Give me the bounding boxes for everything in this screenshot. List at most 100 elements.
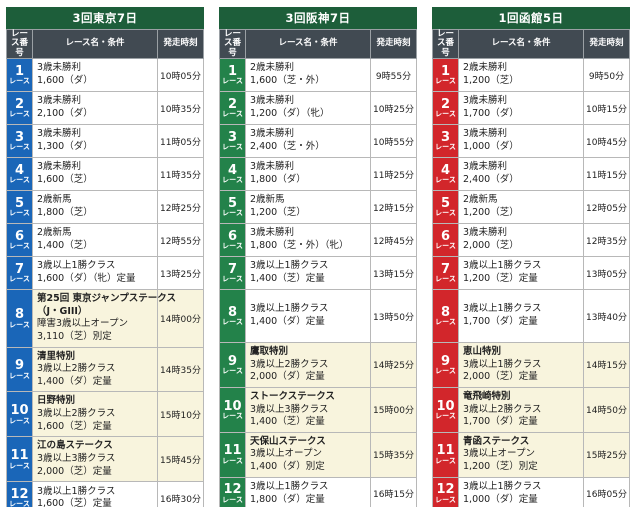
race-row[interactable]: 9 レース 清里特別 3歳以上2勝クラス 1,400（ダ）定量 14時35分	[6, 346, 204, 393]
race-row[interactable]: 10 レース 日野特別 3歳以上2勝クラス 1,600（芝）定量 15時10分	[6, 391, 204, 438]
race-info[interactable]: 日野特別 3歳以上2勝クラス 1,600（芝）定量	[32, 391, 158, 438]
race-row[interactable]: 8 レース 3歳以上1勝クラス 1,400（ダ）定量 13時50分	[219, 289, 417, 344]
race-info[interactable]: 第25回 東京ジャンプステークス （J・GIII） 障害3歳以上オープン 3,110（…	[32, 289, 176, 348]
race-info[interactable]: 3歳未勝利 2,000（芝）	[458, 223, 584, 258]
race-suffix: レース	[9, 77, 30, 86]
race-number-badge: 1 レース	[219, 58, 246, 93]
race-info[interactable]: 2歳新馬 1,800（芝）	[32, 190, 158, 225]
race-info[interactable]: 鷹取特別 3歳以上2勝クラス 2,000（ダ）定量	[245, 342, 371, 388]
race-info[interactable]: 竜飛崎特別 3歳以上2勝クラス 1,700（ダ）定量	[458, 386, 584, 433]
race-info[interactable]: 3歳未勝利 2,400（ダ）	[458, 157, 584, 192]
race-number: 11	[436, 443, 455, 459]
race-row[interactable]: 8 レース 第25回 東京ジャンプステークス （J・GIII） 障害3歳以上オープン 3,…	[6, 289, 204, 348]
race-info[interactable]: ストークステークス 3歳以上3勝クラス 1,400（芝）定量	[245, 386, 371, 433]
race-row[interactable]: 6 レース 3歳未勝利 2,000（芝） 12時35分	[432, 223, 630, 258]
race-table: レース番号 レース名・条件 発走時刻 1 レース 2歳未勝利 1,200（芝） 9時50分 2 レ…	[432, 28, 630, 507]
race-info[interactable]: 3歳未勝利 1,800（ダ）	[245, 157, 371, 192]
race-row[interactable]: 3 レース 3歳未勝利 1,000（ダ） 10時45分	[432, 124, 630, 159]
race-row[interactable]: 5 レース 2歳新馬 1,200（芝） 12時05分	[432, 190, 630, 225]
race-row[interactable]: 3 レース 3歳未勝利 1,300（ダ） 11時05分	[6, 124, 204, 159]
race-row[interactable]: 3 レース 3歳未勝利 2,400（芝・外） 10時55分	[219, 124, 417, 159]
race-row[interactable]: 11 レース 天保山ステークス 3歳以上オープン 1,400（ダ）別定 15時35分	[219, 431, 417, 478]
race-row[interactable]: 2 レース 3歳未勝利 1,700（ダ） 10時15分	[432, 91, 630, 126]
race-info[interactable]: 3歳未勝利 2,400（芝・外）	[245, 124, 371, 159]
race-row[interactable]: 4 レース 3歳未勝利 2,400（ダ） 11時15分	[432, 157, 630, 192]
race-info[interactable]: 恵山特別 3歳以上1勝クラス 2,000（芝）定量	[458, 342, 584, 388]
race-row[interactable]: 12 レース 3歳以上1勝クラス 1,000（ダ）定量 16時05分	[432, 476, 630, 507]
race-row[interactable]: 1 レース 3歳未勝利 1,600（ダ） 10時05分	[6, 58, 204, 93]
race-row[interactable]: 7 レース 3歳以上1勝クラス 1,600（ダ）（牝）定量 13時25分	[6, 256, 204, 291]
race-number-badge: 9 レース	[219, 342, 246, 388]
race-name[interactable]: 鷹取特別	[250, 346, 366, 359]
race-number: 1	[227, 63, 238, 79]
race-name[interactable]: 恵山特別	[463, 346, 579, 359]
race-row[interactable]: 9 レース 鷹取特別 3歳以上2勝クラス 2,000（ダ）定量 14時25分	[219, 342, 417, 388]
race-row[interactable]: 7 レース 3歳以上1勝クラス 1,400（芝）定量 13時15分	[219, 256, 417, 291]
race-name[interactable]: 第25回 東京ジャンプステークス	[37, 293, 176, 306]
race-info[interactable]: 清里特別 3歳以上2勝クラス 1,400（ダ）定量	[32, 346, 158, 393]
race-row[interactable]: 2 レース 3歳未勝利 1,200（ダ）（牝） 10時25分	[219, 91, 417, 126]
start-time: 12時15分	[370, 190, 417, 225]
race-info[interactable]: 2歳未勝利 1,200（芝）	[458, 58, 584, 93]
race-info[interactable]: 3歳未勝利 1,600（ダ）	[32, 58, 158, 93]
race-row[interactable]: 10 レース ストークステークス 3歳以上3勝クラス 1,400（芝）定量 15時00分	[219, 386, 417, 433]
race-number: 9	[227, 353, 238, 369]
race-info[interactable]: 3歳未勝利 2,100（ダ）	[32, 91, 158, 126]
race-info[interactable]: 江の島ステークス 3歳以上3勝クラス 2,000（芝）定量	[32, 436, 158, 483]
race-info[interactable]: 3歳以上1勝クラス 1,400（芝）定量	[245, 256, 371, 291]
race-info[interactable]: 青函ステークス 3歳以上オープン 1,200（芝）別定	[458, 431, 584, 478]
table-header-row: レース番号 レース名・条件 発走時刻	[6, 28, 204, 60]
race-row[interactable]: 4 レース 3歳未勝利 1,600（芝） 11時35分	[6, 157, 204, 192]
race-name[interactable]: 竜飛崎特別	[463, 391, 579, 404]
race-name[interactable]: 青函ステークス	[463, 436, 579, 449]
race-row[interactable]: 11 レース 江の島ステークス 3歳以上3勝クラス 2,000（芝）定量 15時45分	[6, 436, 204, 483]
race-row[interactable]: 9 レース 恵山特別 3歳以上1勝クラス 2,000（芝）定量 14時15分	[432, 342, 630, 388]
race-row[interactable]: 4 レース 3歳未勝利 1,800（ダ） 11時25分	[219, 157, 417, 192]
race-info[interactable]: 2歳未勝利 1,600（芝・外）	[245, 58, 371, 93]
race-info[interactable]: 2歳新馬 1,200（芝）	[458, 190, 584, 225]
race-info[interactable]: 天保山ステークス 3歳以上オープン 1,400（ダ）別定	[245, 431, 371, 478]
race-suffix: レース	[435, 77, 456, 86]
race-info[interactable]: 3歳未勝利 1,800（芝・外）（牝）	[245, 223, 371, 258]
race-suffix: レース	[222, 176, 243, 185]
race-row[interactable]: 12 レース 3歳以上1勝クラス 1,800（ダ）定量 16時15分	[219, 476, 417, 507]
race-info[interactable]: 3歳以上1勝クラス 1,400（ダ）定量	[245, 289, 371, 344]
race-row[interactable]: 8 レース 3歳以上1勝クラス 1,700（ダ）定量 13時40分	[432, 289, 630, 344]
race-row[interactable]: 11 レース 青函ステークス 3歳以上オープン 1,200（芝）別定 15時25分	[432, 431, 630, 478]
race-row[interactable]: 6 レース 3歳未勝利 1,800（芝・外）（牝） 12時45分	[219, 223, 417, 258]
race-name[interactable]: 江の島ステークス	[37, 440, 153, 453]
race-condition: 1,600（ダ）	[37, 75, 93, 87]
race-info[interactable]: 3歳以上1勝クラス 1,800（ダ）定量	[245, 476, 371, 507]
race-row[interactable]: 1 レース 2歳未勝利 1,200（芝） 9時50分	[432, 58, 630, 93]
race-row[interactable]: 2 レース 3歳未勝利 2,100（ダ） 10時35分	[6, 91, 204, 126]
race-info[interactable]: 3歳以上1勝クラス 1,200（芝）定量	[458, 256, 584, 291]
race-row[interactable]: 5 レース 2歳新馬 1,800（芝） 12時25分	[6, 190, 204, 225]
race-info[interactable]: 3歳未勝利 1,700（ダ）	[458, 91, 584, 126]
race-info[interactable]: 3歳以上1勝クラス 1,600（芝）定量	[32, 481, 158, 507]
race-condition: 1,800（ダ）定量	[250, 493, 325, 505]
race-name[interactable]: （J・GIII）	[37, 306, 153, 319]
race-info[interactable]: 3歳以上1勝クラス 1,600（ダ）（牝）定量	[32, 256, 158, 291]
race-row[interactable]: 6 レース 2歳新馬 1,400（芝） 12時55分	[6, 223, 204, 258]
race-name[interactable]: ストークステークス	[250, 391, 366, 404]
venue-column-hanshin: 3回阪神7日 レース番号 レース名・条件 発走時刻 1 レース 2歳未勝利 1,600（芝・外…	[219, 7, 417, 507]
start-time: 12時25分	[157, 190, 204, 225]
race-row[interactable]: 12 レース 3歳以上1勝クラス 1,600（芝）定量 16時30分	[6, 481, 204, 507]
race-condition: 3,110（芝）別定	[37, 330, 112, 342]
race-info[interactable]: 2歳新馬 1,400（芝）	[32, 223, 158, 258]
race-row[interactable]: 1 レース 2歳未勝利 1,600（芝・外） 9時55分	[219, 58, 417, 93]
race-info[interactable]: 3歳未勝利 1,000（ダ）	[458, 124, 584, 159]
race-info[interactable]: 3歳未勝利 1,600（芝）	[32, 157, 158, 192]
race-info[interactable]: 3歳未勝利 1,300（ダ）	[32, 124, 158, 159]
race-info[interactable]: 3歳未勝利 1,200（ダ）（牝）	[245, 91, 371, 126]
race-info[interactable]: 3歳以上1勝クラス 1,700（ダ）定量	[458, 289, 584, 344]
race-condition: 3歳以上3勝クラス	[37, 452, 116, 464]
race-name[interactable]: 日野特別	[37, 395, 153, 408]
race-row[interactable]: 7 レース 3歳以上1勝クラス 1,200（芝）定量 13時05分	[432, 256, 630, 291]
race-row[interactable]: 5 レース 2歳新馬 1,200（芝） 12時15分	[219, 190, 417, 225]
race-name[interactable]: 天保山ステークス	[250, 436, 366, 449]
race-name[interactable]: 清里特別	[37, 351, 153, 364]
race-info[interactable]: 2歳新馬 1,200（芝）	[245, 190, 371, 225]
race-row[interactable]: 10 レース 竜飛崎特別 3歳以上2勝クラス 1,700（ダ）定量 14時50分	[432, 386, 630, 433]
race-info[interactable]: 3歳以上1勝クラス 1,000（ダ）定量	[458, 476, 584, 507]
